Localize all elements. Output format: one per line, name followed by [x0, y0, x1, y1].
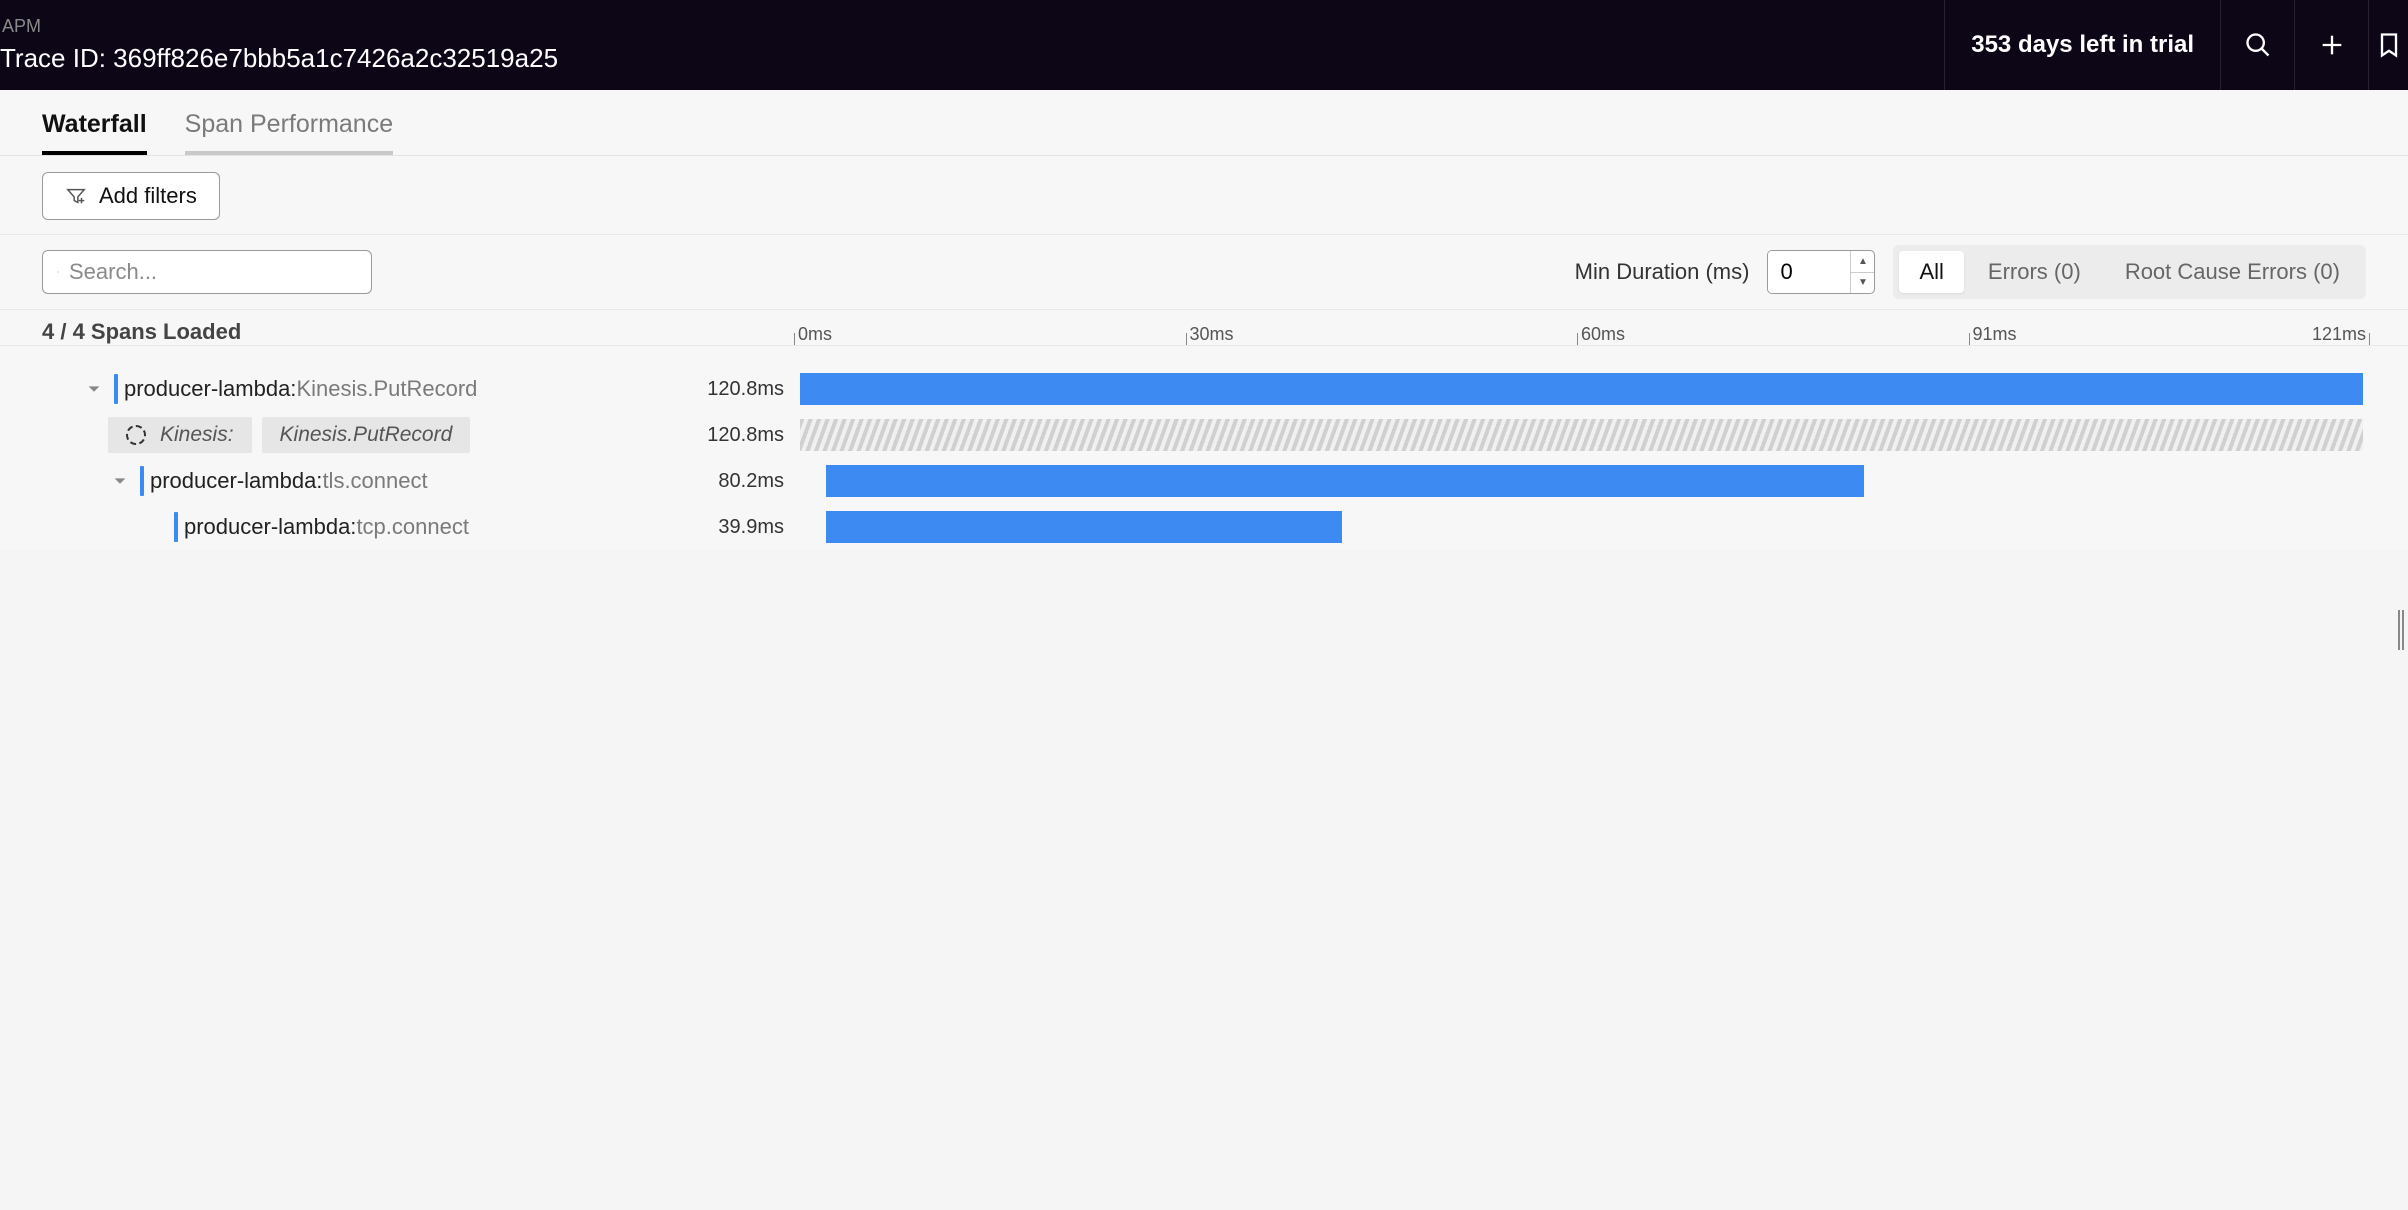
search-box[interactable]: [42, 250, 372, 294]
timeline-header: 4 / 4 Spans Loaded 0ms 30ms 60ms 91ms 121ms: [0, 310, 2408, 346]
span-label: producer-lambda: tcp.connect: [42, 512, 682, 542]
search-icon: [2244, 31, 2272, 59]
timeline-tick: 30ms: [1190, 324, 1234, 345]
timeline-tick: 121ms: [2312, 324, 2366, 345]
span-operation: Kinesis.PutRecord: [296, 376, 477, 402]
chevron-down-icon[interactable]: [108, 469, 132, 493]
quantity-stepper[interactable]: ▲ ▼: [1850, 251, 1874, 293]
filter-segments: All Errors (0) Root Cause Errors (0): [1893, 245, 2366, 299]
timeline-tick: 0ms: [798, 324, 832, 345]
segment-errors[interactable]: Errors (0): [1968, 251, 2101, 293]
plus-icon: [2318, 31, 2346, 59]
inferred-icon: [126, 425, 146, 445]
span-duration: 80.2ms: [682, 470, 800, 493]
add-button[interactable]: [2294, 0, 2368, 90]
search-input[interactable]: [69, 259, 357, 285]
span-bar-track: [800, 509, 2366, 545]
chevron-down-icon[interactable]: [82, 377, 106, 401]
span-label: Kinesis: Kinesis.PutRecord: [42, 417, 682, 453]
span-color-bar: [114, 374, 118, 404]
trace-id: Trace ID: 369ff826e7bbb5a1c7426a2c32519a…: [0, 43, 1944, 74]
spans-loaded-label: 4 / 4 Spans Loaded: [42, 319, 800, 345]
add-filters-button[interactable]: Add filters: [42, 172, 220, 220]
trial-status[interactable]: 353 days left in trial: [1944, 0, 2220, 90]
min-duration-input[interactable]: ▲ ▼: [1767, 250, 1875, 294]
stepper-down[interactable]: ▼: [1851, 273, 1874, 294]
top-bar-right: 353 days left in trial: [1944, 0, 2408, 90]
segment-all[interactable]: All: [1899, 251, 1963, 293]
top-bar-left: APM Trace ID: 369ff826e7bbb5a1c7426a2c32…: [0, 0, 1944, 90]
span-bar[interactable]: [800, 419, 2363, 451]
span-row[interactable]: producer-lambda: tls.connect80.2ms: [42, 458, 2366, 504]
span-row[interactable]: producer-lambda: tcp.connect39.9ms: [42, 504, 2366, 550]
span-bar[interactable]: [800, 373, 2363, 405]
tabs: Waterfall Span Performance: [0, 90, 2408, 156]
content-area: Waterfall Span Performance Add filters M…: [0, 90, 2408, 550]
timeline-tick: 91ms: [1973, 324, 2017, 345]
span-row[interactable]: producer-lambda: Kinesis.PutRecord120.8m…: [42, 366, 2366, 412]
span-bar[interactable]: [826, 511, 1342, 543]
filters-row: Add filters: [0, 156, 2408, 235]
resize-handle[interactable]: [2398, 610, 2404, 650]
span-service: producer-lambda:: [124, 376, 296, 402]
add-filters-label: Add filters: [99, 183, 197, 209]
min-duration-label: Min Duration (ms): [1575, 259, 1750, 285]
filter-icon: [65, 185, 87, 207]
controls-row: Min Duration (ms) ▲ ▼ All Errors (0) Roo…: [0, 235, 2408, 310]
segment-root-cause[interactable]: Root Cause Errors (0): [2105, 251, 2360, 293]
tab-span-performance[interactable]: Span Performance: [185, 110, 393, 155]
span-service: producer-lambda:: [184, 514, 356, 540]
span-bar[interactable]: [826, 465, 1864, 497]
span-bar-track: [800, 371, 2366, 407]
timeline-tick: 60ms: [1581, 324, 1625, 345]
span-row[interactable]: Kinesis: Kinesis.PutRecord 120.8ms: [42, 412, 2366, 458]
top-bar: APM Trace ID: 369ff826e7bbb5a1c7426a2c32…: [0, 0, 2408, 90]
span-bar-track: [800, 463, 2366, 499]
span-label: producer-lambda: tls.connect: [42, 466, 682, 496]
span-duration: 120.8ms: [682, 378, 800, 401]
span-label: producer-lambda: Kinesis.PutRecord: [42, 374, 682, 404]
span-bar-track: [800, 417, 2366, 453]
span-duration: 39.9ms: [682, 516, 800, 539]
timeline-ticks: 0ms 30ms 60ms 91ms 121ms: [800, 317, 2366, 345]
search-button[interactable]: [2220, 0, 2294, 90]
service-pill[interactable]: Kinesis:: [108, 417, 252, 453]
operation-pill[interactable]: Kinesis.PutRecord: [262, 417, 471, 453]
span-service: producer-lambda:: [150, 468, 322, 494]
span-duration: 120.8ms: [682, 424, 800, 447]
span-service: Kinesis:: [160, 423, 234, 447]
span-operation: tcp.connect: [356, 514, 469, 540]
tab-waterfall[interactable]: Waterfall: [42, 110, 147, 155]
bookmark-button[interactable]: [2368, 0, 2408, 90]
min-duration-field[interactable]: [1768, 251, 1850, 293]
span-color-bar: [174, 512, 178, 542]
span-operation: tls.connect: [322, 468, 427, 494]
inferred-span-pills: Kinesis: Kinesis.PutRecord: [108, 417, 470, 453]
app-label: APM: [0, 16, 1944, 37]
search-icon: [57, 261, 59, 283]
bookmark-icon: [2375, 31, 2403, 59]
span-rows: producer-lambda: Kinesis.PutRecord120.8m…: [0, 346, 2408, 550]
span-color-bar: [140, 466, 144, 496]
stepper-up[interactable]: ▲: [1851, 251, 1874, 273]
